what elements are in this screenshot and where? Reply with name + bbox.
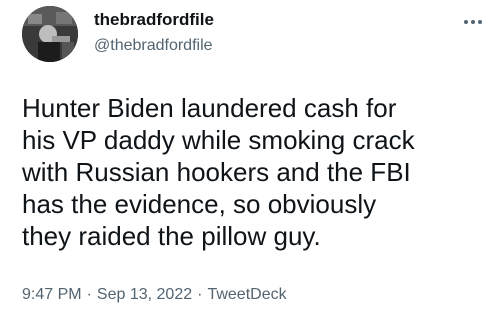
author-display-name[interactable]: thebradfordfile (94, 10, 214, 30)
meta-separator: · (86, 286, 92, 303)
tweet-card: thebradfordfile @thebradfordfile Hunter … (0, 0, 500, 320)
more-options-button[interactable] (460, 12, 486, 32)
more-horizontal-icon-dot (471, 20, 475, 24)
tweet-source[interactable]: TweetDeck (207, 286, 286, 303)
tweet-metadata: 9:47 PM · Sep 13, 2022 · TweetDeck (22, 286, 287, 304)
tweet-date[interactable]: Sep 13, 2022 (97, 286, 192, 303)
tweet-time[interactable]: 9:47 PM (22, 286, 82, 303)
more-horizontal-icon (464, 20, 468, 24)
tweet-text: Hunter Biden laundered cash for his VP d… (22, 93, 415, 251)
author-identity: thebradfordfile @thebradfordfile (94, 10, 214, 56)
profile-photo-icon (22, 6, 78, 62)
meta-separator: · (197, 286, 203, 303)
avatar[interactable] (22, 6, 78, 62)
more-horizontal-icon-dot (478, 20, 482, 24)
author-handle[interactable]: @thebradfordfile (94, 36, 214, 55)
